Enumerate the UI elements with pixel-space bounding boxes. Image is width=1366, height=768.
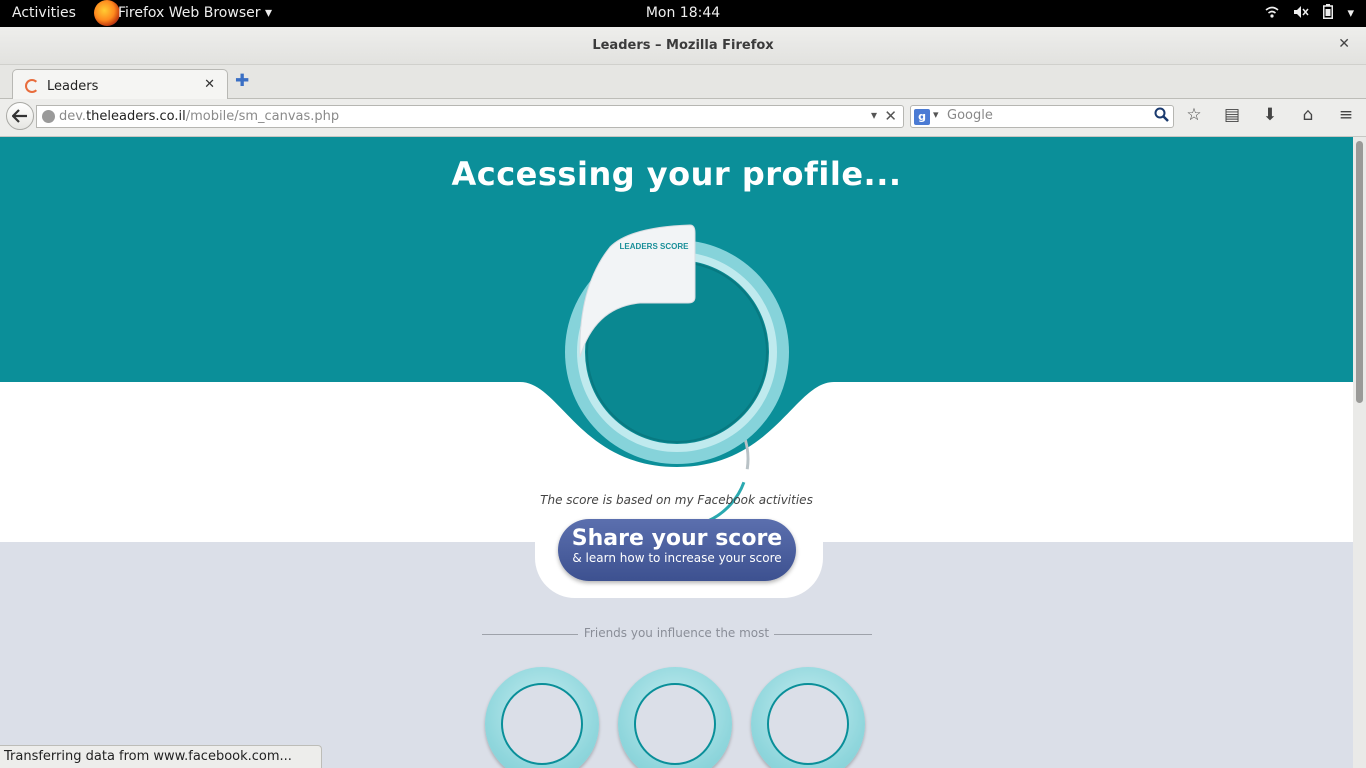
new-tab-icon[interactable]: ✚ (235, 71, 249, 91)
system-menu-chevron-icon[interactable]: ▾ (1347, 6, 1354, 21)
search-input[interactable] (947, 108, 1147, 123)
volume-muted-icon[interactable] (1293, 5, 1310, 23)
window-titlebar: Leaders – Mozilla Firefox ✕ (0, 27, 1366, 65)
url-history-dropdown-icon[interactable]: ▾ (871, 108, 877, 122)
loading-spinner-icon (25, 79, 39, 93)
divider-right (774, 634, 872, 635)
globe-icon (42, 110, 55, 123)
home-icon[interactable]: ⌂ (1296, 105, 1320, 125)
system-tray[interactable]: ▾ (1265, 4, 1354, 23)
menu-icon[interactable]: ≡ (1334, 105, 1358, 125)
score-caption: The score is based on my Facebook activi… (540, 493, 813, 507)
web-page: Accessing your profile... LEADERS SCORE … (0, 137, 1353, 768)
downloads-icon[interactable]: ⬇ (1258, 105, 1282, 125)
wifi-icon[interactable] (1265, 5, 1279, 23)
friend-avatar-1[interactable] (485, 667, 599, 768)
share-score-button[interactable]: Share your score & learn how to increase… (558, 519, 796, 581)
url-bar[interactable]: dev.theleaders.co.il/mobile/sm_canvas.ph… (36, 105, 904, 128)
engine-dropdown-icon[interactable]: ▾ (933, 108, 939, 121)
friend-avatar-3[interactable] (751, 667, 865, 768)
share-sub-label: & learn how to increase your score (572, 551, 782, 565)
battery-icon[interactable] (1323, 4, 1334, 23)
toolbar-icons: ☆ ▤ ⬇ ⌂ ≡ (1182, 105, 1358, 125)
page-scrollbar[interactable] (1353, 137, 1366, 768)
friend-avatar-2[interactable] (618, 667, 732, 768)
google-engine-icon[interactable]: g (914, 109, 930, 125)
tab-leaders[interactable]: Leaders ✕ (12, 69, 228, 100)
tab-label: Leaders (47, 79, 99, 94)
friends-section-title: Friends you influence the most (583, 626, 770, 640)
bookmark-star-icon[interactable]: ☆ (1182, 105, 1206, 125)
bookmarks-menu-icon[interactable]: ▤ (1220, 105, 1244, 125)
stop-loading-icon[interactable]: ✕ (884, 107, 897, 125)
back-button[interactable] (6, 102, 34, 130)
status-bar: Transferring data from www.facebook.com.… (0, 745, 322, 768)
scrollbar-thumb[interactable] (1356, 141, 1363, 403)
url-text[interactable]: dev.theleaders.co.il/mobile/sm_canvas.ph… (59, 109, 339, 124)
search-bar[interactable]: g ▾ (910, 105, 1174, 128)
search-icon[interactable] (1154, 107, 1169, 126)
navigation-toolbar: dev.theleaders.co.il/mobile/sm_canvas.ph… (0, 99, 1366, 137)
share-main-label: Share your score (571, 526, 783, 551)
window-close-icon[interactable]: ✕ (1338, 36, 1350, 52)
window-title: Leaders – Mozilla Firefox (592, 38, 774, 53)
clock[interactable]: Mon 18:44 (0, 5, 1366, 21)
system-top-bar: Activities Firefox Web Browser ▾ Mon 18:… (0, 0, 1366, 27)
tab-close-icon[interactable]: ✕ (204, 77, 215, 92)
tab-bar: Leaders ✕ ✚ (0, 65, 1366, 100)
badge-label: LEADERS SCORE (620, 242, 690, 251)
